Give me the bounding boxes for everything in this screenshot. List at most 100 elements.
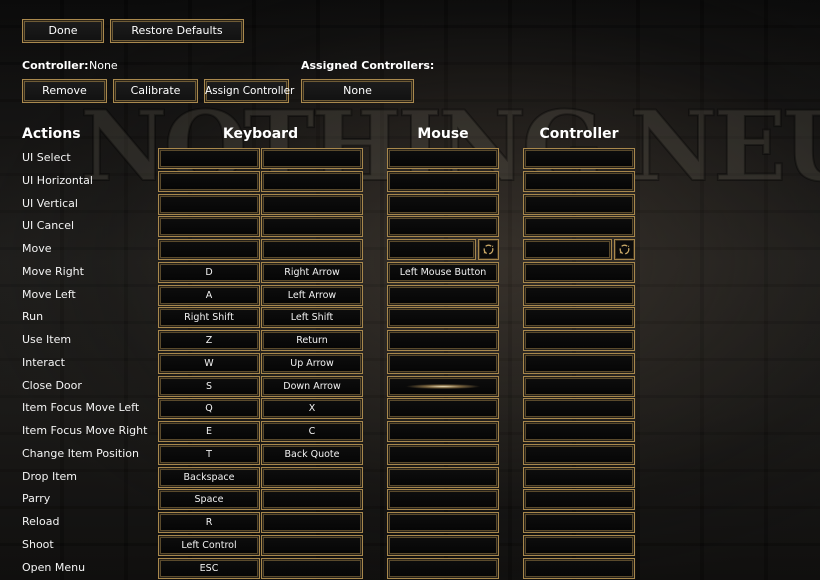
keyboard-secondary-slot[interactable] [261,512,363,533]
controller-slot[interactable] [523,444,635,465]
keyboard-secondary-slot[interactable]: Back Quote [261,444,363,465]
keyboard-primary-slot[interactable]: S [158,376,260,397]
action-label: Run [22,310,44,323]
controller-slot[interactable] [523,467,635,488]
controller-slot[interactable] [523,216,635,237]
action-label: Reload [22,515,60,528]
actions-header: Actions [22,126,81,142]
mouse-slot[interactable] [387,421,499,442]
keyboard-primary-slot[interactable]: ESC [158,558,260,579]
keyboard-secondary-slot[interactable]: Up Arrow [261,353,363,374]
mouse-slot[interactable] [387,285,499,306]
mouse-slot[interactable] [387,444,499,465]
mouse-slot[interactable] [387,194,499,215]
keyboard-secondary-slot[interactable] [261,558,363,579]
action-label: Shoot [22,538,54,551]
keyboard-primary-slot[interactable]: D [158,262,260,283]
controller-value: None [89,59,118,72]
action-label: Use Item [22,333,72,346]
action-label: Item Focus Move Left [22,401,140,414]
keyboard-primary-slot[interactable]: Space [158,489,260,510]
controller-slot[interactable] [523,558,635,579]
keyboard-primary-slot[interactable]: Backspace [158,467,260,488]
keyboard-secondary-slot[interactable] [261,216,363,237]
keyboard-primary-slot[interactable] [158,194,260,215]
controller-slot[interactable] [523,148,635,169]
controller-slot[interactable] [523,239,612,260]
keyboard-secondary-slot[interactable] [261,535,363,556]
axis-rotate-icon[interactable] [478,239,499,260]
keyboard-secondary-slot[interactable]: Down Arrow [261,376,363,397]
controller-slot[interactable] [523,512,635,533]
action-label: Drop Item [22,470,77,483]
keyboard-primary-slot[interactable]: E [158,421,260,442]
controller-slot[interactable] [523,398,635,419]
keyboard-primary-slot[interactable] [158,216,260,237]
keyboard-secondary-slot[interactable] [261,194,363,215]
keyboard-primary-slot[interactable]: A [158,285,260,306]
controller-slot[interactable] [523,262,635,283]
controller-slot[interactable] [523,285,635,306]
keyboard-secondary-slot[interactable]: C [261,421,363,442]
keyboard-secondary-slot[interactable] [261,171,363,192]
keyboard-secondary-slot[interactable] [261,239,363,260]
controller-slot[interactable] [523,535,635,556]
action-label: Move [22,242,52,255]
mouse-slot[interactable] [387,535,499,556]
action-label: Interact [22,356,65,369]
mouse-slot[interactable] [387,330,499,351]
keyboard-primary-slot[interactable]: Z [158,330,260,351]
controller-label: Controller: [22,59,89,72]
keyboard-primary-slot[interactable]: R [158,512,260,533]
mouse-slot[interactable] [387,489,499,510]
restore-defaults-button[interactable]: Restore Defaults [110,19,244,43]
mouse-slot[interactable] [387,216,499,237]
mouse-slot[interactable] [387,398,499,419]
controller-slot[interactable] [523,194,635,215]
keyboard-secondary-slot[interactable]: Left Arrow [261,285,363,306]
keyboard-secondary-slot[interactable]: Left Shift [261,307,363,328]
mouse-header: Mouse [417,126,469,142]
mouse-slot[interactable]: Left Mouse Button [387,262,499,283]
assign-controller-button[interactable]: Assign Controller [204,79,294,103]
remove-button[interactable]: Remove [22,79,107,103]
action-label: Parry [22,492,51,505]
mouse-slot[interactable] [387,467,499,488]
keyboard-secondary-slot[interactable]: X [261,398,363,419]
mouse-slot[interactable] [387,558,499,579]
mouse-slot[interactable] [387,376,499,397]
mouse-slot[interactable] [387,307,499,328]
keyboard-secondary-slot[interactable] [261,148,363,169]
mouse-slot[interactable] [387,512,499,533]
controller-slot[interactable] [523,171,635,192]
controller-slot[interactable] [523,376,635,397]
keyboard-primary-slot[interactable]: Right Shift [158,307,260,328]
done-button[interactable]: Done [22,19,104,43]
mouse-slot[interactable] [387,171,499,192]
keyboard-secondary-slot[interactable]: Return [261,330,363,351]
controller-slot[interactable] [523,489,635,510]
controller-slot[interactable] [523,353,635,374]
action-label: UI Select [22,151,71,164]
keyboard-secondary-slot[interactable] [261,467,363,488]
controller-slot[interactable] [523,307,635,328]
controller-slot[interactable] [523,421,635,442]
controller-slot[interactable] [523,330,635,351]
keyboard-primary-slot[interactable] [158,239,260,260]
mouse-slot[interactable] [387,353,499,374]
keyboard-primary-slot[interactable] [158,148,260,169]
keyboard-secondary-slot[interactable] [261,489,363,510]
mouse-slot[interactable] [387,148,499,169]
calibrate-button[interactable]: Calibrate [113,79,198,103]
mouse-slot[interactable] [387,239,476,260]
keyboard-primary-slot[interactable] [158,171,260,192]
keyboard-secondary-slot[interactable]: Right Arrow [261,262,363,283]
keyboard-primary-slot[interactable]: W [158,353,260,374]
keyboard-primary-slot[interactable]: Left Control [158,535,260,556]
keyboard-primary-slot[interactable]: Q [158,398,260,419]
axis-rotate-icon[interactable] [614,239,635,260]
keyboard-primary-slot[interactable]: T [158,444,260,465]
assigned-controller-none-button[interactable]: None [301,79,414,103]
action-label: UI Cancel [22,219,75,232]
action-label: Open Menu [22,561,86,574]
